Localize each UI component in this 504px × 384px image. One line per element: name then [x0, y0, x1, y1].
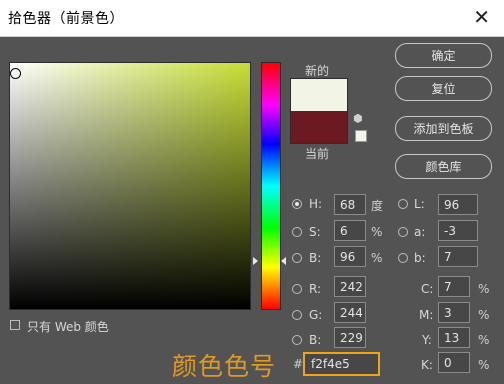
s-radio[interactable]	[292, 227, 302, 237]
new-color-swatch	[290, 78, 348, 112]
m-input[interactable]: 3	[438, 302, 470, 323]
title-bar: 拾色器（前景色） ✕	[0, 0, 504, 37]
g-label: G:	[309, 308, 323, 322]
y-input[interactable]: 13	[438, 327, 470, 348]
s-label: S:	[309, 225, 321, 239]
current-color-label: 当前	[305, 147, 330, 161]
l-label: L:	[414, 197, 425, 211]
b-label: B:	[309, 251, 322, 265]
rgb-b-radio[interactable]	[292, 335, 302, 345]
hue-slider-right-handle-icon[interactable]	[281, 257, 286, 265]
color-field-cursor[interactable]	[10, 68, 21, 79]
window-title: 拾色器（前景色）	[8, 11, 124, 27]
new-color-label: 新的	[305, 64, 330, 78]
g-input[interactable]: 244	[334, 302, 366, 323]
l-input[interactable]: 96	[438, 194, 478, 215]
web-only-label: 只有 Web 颜色	[27, 320, 109, 334]
c-label: C:	[421, 282, 434, 296]
h-radio[interactable]	[292, 199, 302, 209]
g-radio[interactable]	[292, 310, 302, 320]
rgb-b-label: B:	[309, 333, 322, 347]
rgb-b-input[interactable]: 229	[334, 327, 366, 348]
h-unit: 度	[371, 199, 384, 213]
s-unit: %	[371, 225, 383, 239]
s-input[interactable]: 6	[334, 220, 366, 241]
k-input[interactable]: 0	[438, 352, 470, 373]
a-label: a:	[414, 225, 426, 239]
lab-b-radio[interactable]	[398, 253, 408, 263]
r-label: R:	[309, 282, 322, 296]
color-field[interactable]	[9, 62, 251, 310]
color-code-annotation: 颜色色号	[172, 352, 277, 381]
reset-button[interactable]: 复位	[395, 76, 492, 101]
m-label: M:	[419, 308, 434, 322]
close-icon[interactable]: ✕	[473, 6, 490, 28]
c-unit: %	[478, 282, 490, 296]
y-unit: %	[478, 333, 490, 347]
hue-slider-left-handle-icon[interactable]	[253, 257, 258, 265]
web-only-checkbox[interactable]	[10, 320, 20, 330]
lab-b-input[interactable]: 7	[438, 246, 478, 267]
add-to-swatches-button[interactable]: 添加到色板	[395, 116, 492, 141]
l-radio[interactable]	[398, 199, 408, 209]
m-unit: %	[478, 308, 490, 322]
c-input[interactable]: 7	[438, 276, 470, 297]
color-libraries-button[interactable]: 颜色库	[395, 154, 492, 179]
k-unit: %	[478, 358, 490, 372]
current-color-swatch[interactable]	[290, 111, 348, 144]
b-input[interactable]: 96	[334, 246, 366, 267]
hex-hash-label: #	[293, 357, 304, 371]
a-radio[interactable]	[398, 227, 408, 237]
hex-input[interactable]: f2f4e5	[303, 352, 380, 376]
web-safe-cube-icon[interactable]: ⬢	[353, 112, 363, 125]
r-radio[interactable]	[292, 284, 302, 294]
ok-button[interactable]: 确定	[395, 43, 492, 68]
r-input[interactable]: 242	[334, 276, 366, 297]
web-safe-swatch[interactable]	[355, 130, 367, 142]
k-label: K:	[421, 358, 433, 372]
hue-slider[interactable]	[261, 62, 281, 310]
b-unit: %	[371, 251, 383, 265]
b-radio[interactable]	[292, 253, 302, 263]
color-picker-dialog: 拾色器（前景色） ✕ 新的 当前 ⬢ 确定 复位 添加到色板 颜色库 H: 68…	[0, 0, 504, 384]
h-input[interactable]: 68	[334, 194, 366, 215]
lab-b-label: b:	[414, 251, 426, 265]
y-label: Y:	[422, 333, 432, 347]
a-input[interactable]: -3	[438, 220, 478, 241]
h-label: H:	[309, 197, 323, 211]
